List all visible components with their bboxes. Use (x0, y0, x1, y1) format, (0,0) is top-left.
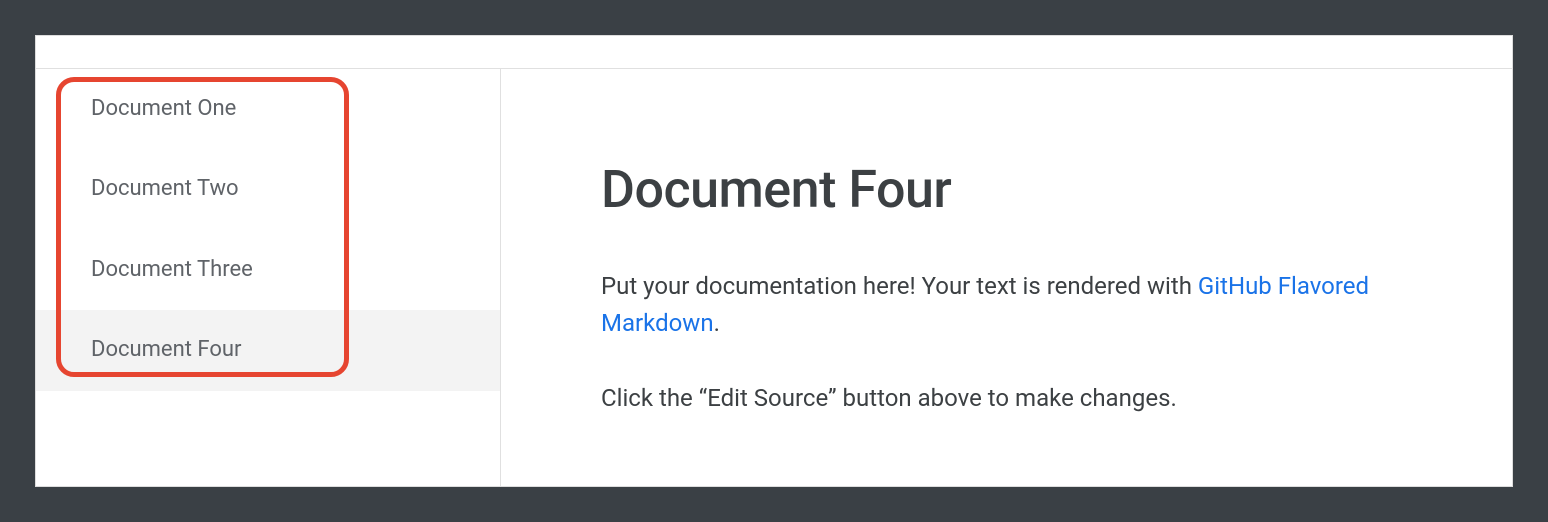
document-sidebar: Document One Document Two Document Three… (36, 69, 501, 486)
sidebar-item-document-three[interactable]: Document Three (36, 230, 500, 310)
document-list: Document One Document Two Document Three… (36, 69, 500, 391)
paragraph-text: Put your documentation here! Your text i… (601, 272, 1198, 300)
content-area: Document One Document Two Document Three… (36, 69, 1512, 486)
document-paragraph-2: Click the “Edit Source” button above to … (601, 380, 1421, 417)
paragraph-text-suffix: . (714, 309, 720, 337)
sidebar-item-label: Document Four (91, 337, 241, 362)
top-bar (36, 36, 1512, 69)
sidebar-item-label: Document Two (91, 176, 239, 201)
document-content: Document Four Put your documentation her… (501, 69, 1512, 486)
sidebar-item-document-two[interactable]: Document Two (36, 149, 500, 229)
sidebar-item-document-four[interactable]: Document Four (36, 310, 500, 390)
sidebar-item-label: Document One (91, 96, 236, 121)
sidebar-item-document-one[interactable]: Document One (36, 69, 500, 149)
sidebar-item-label: Document Three (91, 257, 253, 282)
document-title: Document Four (601, 159, 1452, 220)
document-paragraph-1: Put your documentation here! Your text i… (601, 268, 1421, 342)
app-window: Document One Document Two Document Three… (35, 35, 1513, 487)
